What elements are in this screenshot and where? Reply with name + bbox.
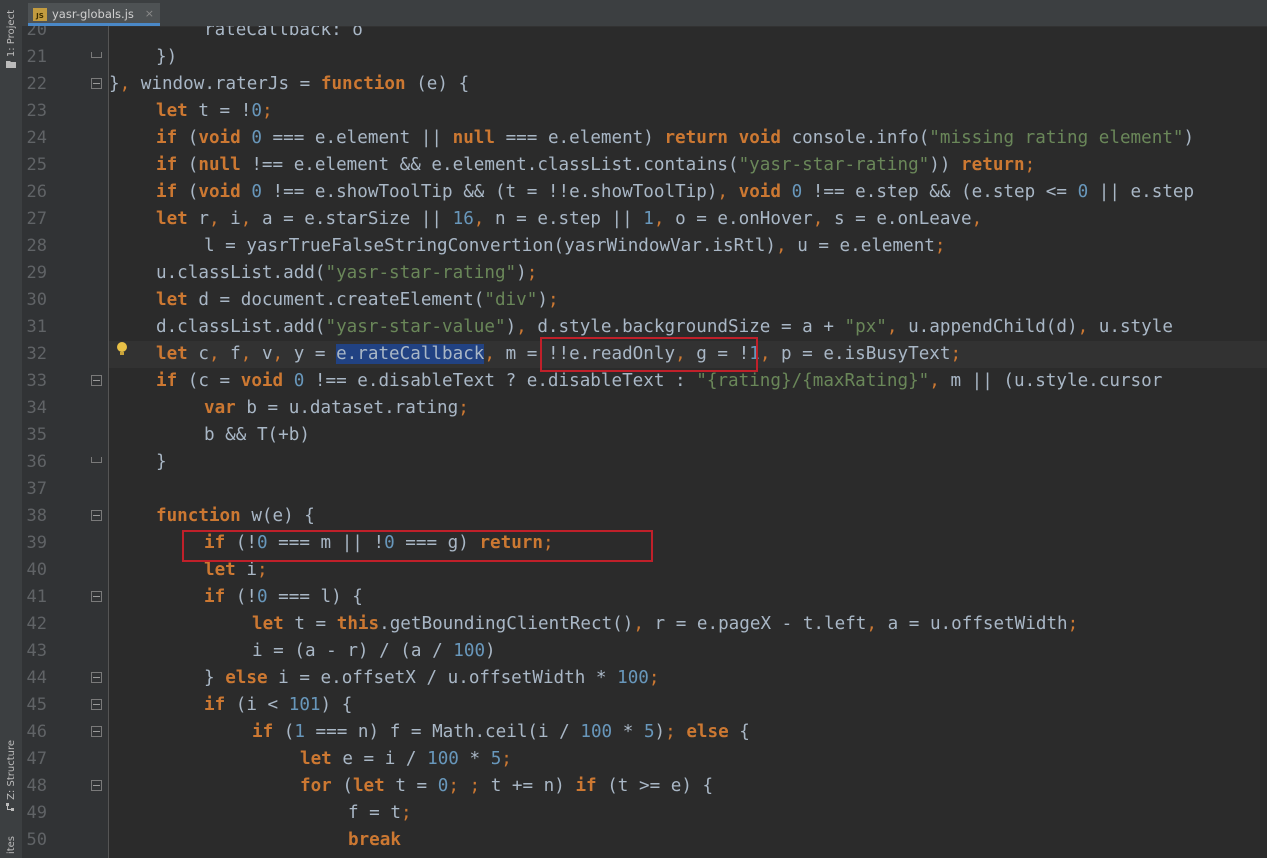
fold-icon[interactable] [91, 591, 102, 602]
line-number: 44 [26, 668, 47, 688]
code-line: let e = i / 100 * 5; [300, 749, 512, 769]
project-toolwindow-label: 1: Project [5, 10, 17, 58]
line-number: 25 [26, 155, 47, 175]
tab-yasr-globals-js[interactable]: JS yasr-globals.js × [28, 3, 160, 26]
code-editor[interactable]: 20 21 22 23 24 25 26 27 28 29 30 31 32 3… [22, 26, 1267, 858]
code-line: if (c = void 0 !== e.disableText ? e.dis… [156, 371, 1163, 391]
code-line: let t = this.getBoundingClientRect(), r … [252, 614, 1079, 634]
fold-icon[interactable] [91, 510, 102, 521]
code-line: if (i < 101) { [204, 695, 353, 715]
code-line: for (let t = 0; ; t += n) if (t >= e) { [300, 776, 714, 796]
editor-tab-bar: JS yasr-globals.js × [22, 0, 1267, 27]
line-number: 39 [26, 533, 47, 553]
code-line: if (void 0 !== e.showToolTip && (t = !!e… [156, 182, 1195, 202]
code-line: if (void 0 === e.element || null === e.e… [156, 128, 1195, 148]
code-line: } else i = e.offsetX / u.offsetWidth * 1… [204, 668, 660, 688]
fold-icon[interactable] [91, 726, 102, 737]
line-number: 24 [26, 128, 47, 148]
code-line: var b = u.dataset.rating; [204, 398, 469, 418]
line-number: 43 [26, 641, 47, 661]
line-number: 27 [26, 209, 47, 229]
code-line: let t = !0; [156, 101, 273, 121]
code-line: i = (a - r) / (a / 100) [252, 641, 496, 661]
fold-icon[interactable] [91, 780, 102, 791]
code-line: d.classList.add("yasr-star-value"), d.st… [156, 317, 1173, 337]
line-number: 46 [26, 722, 47, 742]
code-line: function w(e) { [156, 506, 315, 526]
line-number: 35 [26, 425, 47, 445]
code-line: f = t; [348, 803, 412, 823]
code-line: }) [156, 47, 178, 67]
line-number: 47 [26, 749, 47, 769]
line-number: 49 [26, 803, 47, 823]
folder-icon [6, 61, 16, 69]
fold-icon[interactable] [91, 78, 102, 89]
fold-icon[interactable] [91, 672, 102, 683]
favorites-toolwindow-label: ites [5, 836, 17, 855]
fold-icon[interactable] [91, 52, 102, 62]
line-number: 26 [26, 182, 47, 202]
line-number: 20 [26, 26, 47, 40]
code-line: b && T(+b) [204, 425, 310, 445]
code-line: let r, i, a = e.starSize || 16, n = e.st… [156, 209, 983, 229]
fold-icon[interactable] [91, 375, 102, 386]
line-number: 28 [26, 236, 47, 256]
line-number: 41 [26, 587, 47, 607]
structure-icon [6, 802, 14, 811]
editor-gutter: 20 21 22 23 24 25 26 27 28 29 30 31 32 3… [22, 26, 109, 858]
code-line: }, window.raterJs = function (e) { [109, 74, 470, 94]
structure-toolwindow-label: Z: Structure [5, 740, 17, 800]
line-number: 31 [26, 317, 47, 337]
line-number: 50 [26, 830, 47, 850]
code-line: let c, f, v, y = e.rateCallback, m = !!e… [156, 344, 962, 364]
line-number: 32 [26, 344, 47, 364]
close-icon[interactable]: × [145, 3, 154, 25]
project-toolwindow-button[interactable]: 1: Project [0, 10, 22, 69]
code-line: l = yasrTrueFalseStringConvertion(yasrWi… [204, 236, 946, 256]
line-number: 23 [26, 101, 47, 121]
code-text-area[interactable]: rateCallback: o }) }, window.raterJs = f… [109, 26, 1267, 858]
line-number: 40 [26, 560, 47, 580]
left-tool-strip: 1: Project Z: Structure ites [0, 0, 23, 858]
line-number: 45 [26, 695, 47, 715]
js-file-icon: JS [33, 8, 47, 21]
code-line: if (1 === n) f = Math.ceil(i / 100 * 5);… [252, 722, 750, 742]
line-number: 37 [26, 479, 47, 499]
code-line: } [156, 452, 167, 472]
code-line: rateCallback: o [204, 26, 363, 40]
ide-window: 1: Project Z: Structure ites JS yasr-glo… [0, 0, 1267, 858]
code-line: if (null !== e.element && e.element.clas… [156, 155, 1036, 175]
line-number: 42 [26, 614, 47, 634]
code-line: let i; [204, 560, 268, 580]
code-line: break [348, 830, 401, 850]
tab-filename: yasr-globals.js [52, 7, 134, 21]
line-number: 38 [26, 506, 47, 526]
favorites-toolwindow-button[interactable]: ites [0, 836, 22, 854]
line-number: 34 [26, 398, 47, 418]
line-number: 36 [26, 452, 47, 472]
line-number: 33 [26, 371, 47, 391]
fold-icon[interactable] [91, 699, 102, 710]
line-number: 48 [26, 776, 47, 796]
fold-icon[interactable] [91, 457, 102, 467]
structure-toolwindow-button[interactable]: Z: Structure [0, 740, 22, 811]
code-line: if (!0 === m || !0 === g) return; [204, 533, 554, 553]
line-number: 21 [26, 47, 47, 67]
line-number: 30 [26, 290, 47, 310]
code-line: if (!0 === l) { [204, 587, 363, 607]
code-line: u.classList.add("yasr-star-rating"); [156, 263, 538, 283]
line-number: 29 [26, 263, 47, 283]
code-line: let d = document.createElement("div"); [156, 290, 559, 310]
line-number: 22 [26, 74, 47, 94]
